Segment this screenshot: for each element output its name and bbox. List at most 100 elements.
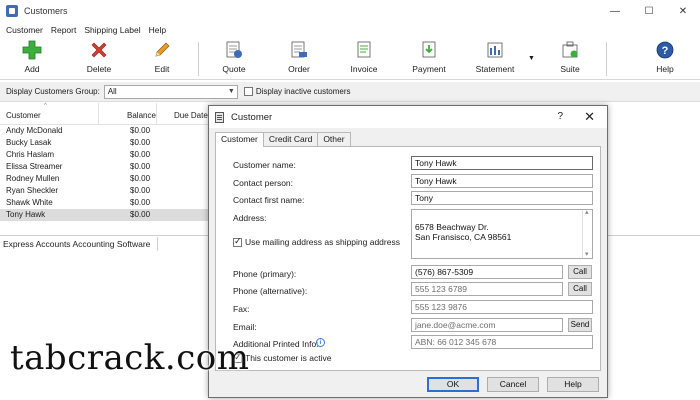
maximize-button[interactable]: ☐: [632, 0, 666, 22]
dialog-help-action-button[interactable]: Help: [547, 377, 599, 392]
contact-first-name-field[interactable]: Tony: [411, 191, 593, 205]
help-button[interactable]: ? Help: [652, 40, 678, 78]
calculator-icon: [215, 111, 224, 123]
cancel-button[interactable]: Cancel: [487, 377, 539, 392]
list-header: Customer ^ Balance Due Date: [0, 103, 210, 125]
email-field[interactable]: jane.doe@acme.com: [411, 318, 563, 332]
edit-button[interactable]: Edit: [150, 40, 174, 78]
toolbar-separator: [198, 42, 199, 76]
table-row[interactable]: Shawk White $0.00: [0, 197, 210, 209]
chevron-down-icon: ▼: [227, 87, 235, 95]
payment-label: Payment: [412, 64, 446, 74]
dialog-title-bar: Customer ? ✕: [209, 106, 607, 128]
sort-indicator-icon: ^: [44, 103, 47, 109]
balance-cell: $0.00: [130, 210, 151, 219]
help-label: Help: [656, 64, 674, 74]
send-email-button[interactable]: Send: [568, 318, 592, 332]
delete-button[interactable]: Delete: [84, 40, 114, 78]
svg-text:?: ?: [662, 45, 669, 57]
customer-name-cell: Bucky Lasak: [6, 138, 52, 147]
quote-button[interactable]: Quote: [220, 40, 248, 78]
dialog-help-button[interactable]: ?: [557, 111, 563, 122]
window-title: Customers: [24, 6, 68, 16]
table-row[interactable]: Elissa Streamer $0.00: [0, 161, 210, 173]
suite-icon: [559, 40, 581, 60]
ok-button[interactable]: OK: [427, 377, 479, 392]
info-icon[interactable]: i: [316, 338, 325, 347]
balance-cell: $0.00: [130, 126, 151, 135]
menu-bar: Customer Report Shipping Label Help: [0, 22, 700, 38]
table-row[interactable]: Ryan Sheckler $0.00: [0, 185, 210, 197]
window-controls: — ☐ ✕: [598, 0, 700, 22]
column-customer[interactable]: Customer: [6, 111, 41, 120]
table-row[interactable]: Chris Haslam $0.00: [0, 149, 210, 161]
call-alternative-button[interactable]: Call: [568, 282, 592, 296]
toolbar-separator: [606, 42, 607, 76]
table-row[interactable]: Bucky Lasak $0.00: [0, 137, 210, 149]
table-row[interactable]: Rodney Mullen $0.00: [0, 173, 210, 185]
balance-cell: $0.00: [130, 150, 151, 159]
column-divider: [156, 103, 157, 125]
customer-name-field[interactable]: Tony Hawk: [411, 156, 593, 170]
dialog-tabs: Customer Credit Card Other: [215, 132, 351, 147]
customer-active-label: This customer is active: [245, 353, 332, 363]
customer-name-cell: Andy McDonald: [6, 126, 63, 135]
column-balance[interactable]: Balance: [127, 111, 156, 120]
column-divider: [98, 103, 99, 125]
balance-cell: $0.00: [130, 174, 151, 183]
statement-button[interactable]: Statement: [473, 40, 517, 78]
suite-button[interactable]: Suite: [556, 40, 584, 78]
phone-primary-field[interactable]: (576) 867-5309: [411, 265, 563, 279]
group-filter-value: All: [107, 86, 117, 96]
balance-cell: $0.00: [130, 186, 151, 195]
statement-dropdown-icon[interactable]: ▼: [528, 55, 535, 62]
watermark: tabcrack.com: [10, 338, 250, 378]
toolbar: Add Delete Edit Quote Order Invoice Paym…: [0, 38, 700, 80]
call-primary-button[interactable]: Call: [568, 265, 592, 279]
use-mailing-address-checkbox[interactable]: [233, 236, 242, 247]
order-document-icon: [288, 40, 310, 60]
address-field[interactable]: 6578 Beachway Dr. San Fransisco, CA 9856…: [411, 209, 593, 259]
edit-label: Edit: [154, 64, 170, 74]
invoice-button[interactable]: Invoice: [348, 40, 380, 78]
fax-field[interactable]: 555 123 9876: [411, 300, 593, 314]
fax-label: Fax:: [233, 304, 250, 314]
add-button[interactable]: Add: [20, 40, 44, 78]
payment-button[interactable]: Payment: [410, 40, 448, 78]
minimize-button[interactable]: —: [598, 0, 632, 22]
suite-label: Suite: [560, 64, 580, 74]
customer-name-label: Customer name:: [233, 160, 296, 170]
balance-cell: $0.00: [130, 138, 151, 147]
address-label: Address:: [233, 213, 267, 223]
menu-report[interactable]: Report: [51, 25, 77, 35]
contact-person-field[interactable]: Tony Hawk: [411, 174, 593, 188]
quote-document-icon: [223, 40, 245, 60]
order-button[interactable]: Order: [286, 40, 312, 78]
menu-customer[interactable]: Customer: [6, 25, 43, 35]
balance-cell: $0.00: [130, 198, 151, 207]
dialog-title: Customer: [231, 111, 273, 123]
close-button[interactable]: ✕: [666, 0, 700, 22]
dialog-close-button[interactable]: ✕: [584, 109, 595, 125]
tab-credit-card[interactable]: Credit Card: [262, 132, 319, 146]
phone-alternative-label: Phone (alternative):: [233, 286, 308, 296]
contact-first-name-label: Contact first name:: [233, 195, 305, 205]
delete-x-icon: [88, 40, 110, 60]
address-scrollbar[interactable]: [582, 210, 592, 258]
column-due-date[interactable]: Due Date: [174, 111, 208, 120]
table-row[interactable]: Tony Hawk $0.00: [0, 209, 210, 221]
status-text: Express Accounts Accounting Software: [3, 239, 151, 249]
tab-customer[interactable]: Customer: [215, 132, 264, 147]
tab-other[interactable]: Other: [317, 132, 351, 146]
filter-bar: Display Customers Group: All ▼ Display i…: [0, 82, 700, 102]
table-row[interactable]: Andy McDonald $0.00: [0, 125, 210, 137]
menu-shipping-label[interactable]: Shipping Label: [84, 25, 140, 35]
phone-alternative-field[interactable]: 555 123 6789: [411, 282, 563, 296]
group-filter-select[interactable]: All ▼: [103, 84, 238, 99]
additional-info-field[interactable]: ABN: 66 012 345 678: [411, 335, 593, 349]
menu-help[interactable]: Help: [149, 25, 166, 35]
pencil-icon: [151, 40, 173, 60]
inactive-customers-checkbox[interactable]: [243, 87, 253, 96]
status-divider: [157, 237, 158, 251]
help-question-icon: ?: [654, 40, 676, 60]
